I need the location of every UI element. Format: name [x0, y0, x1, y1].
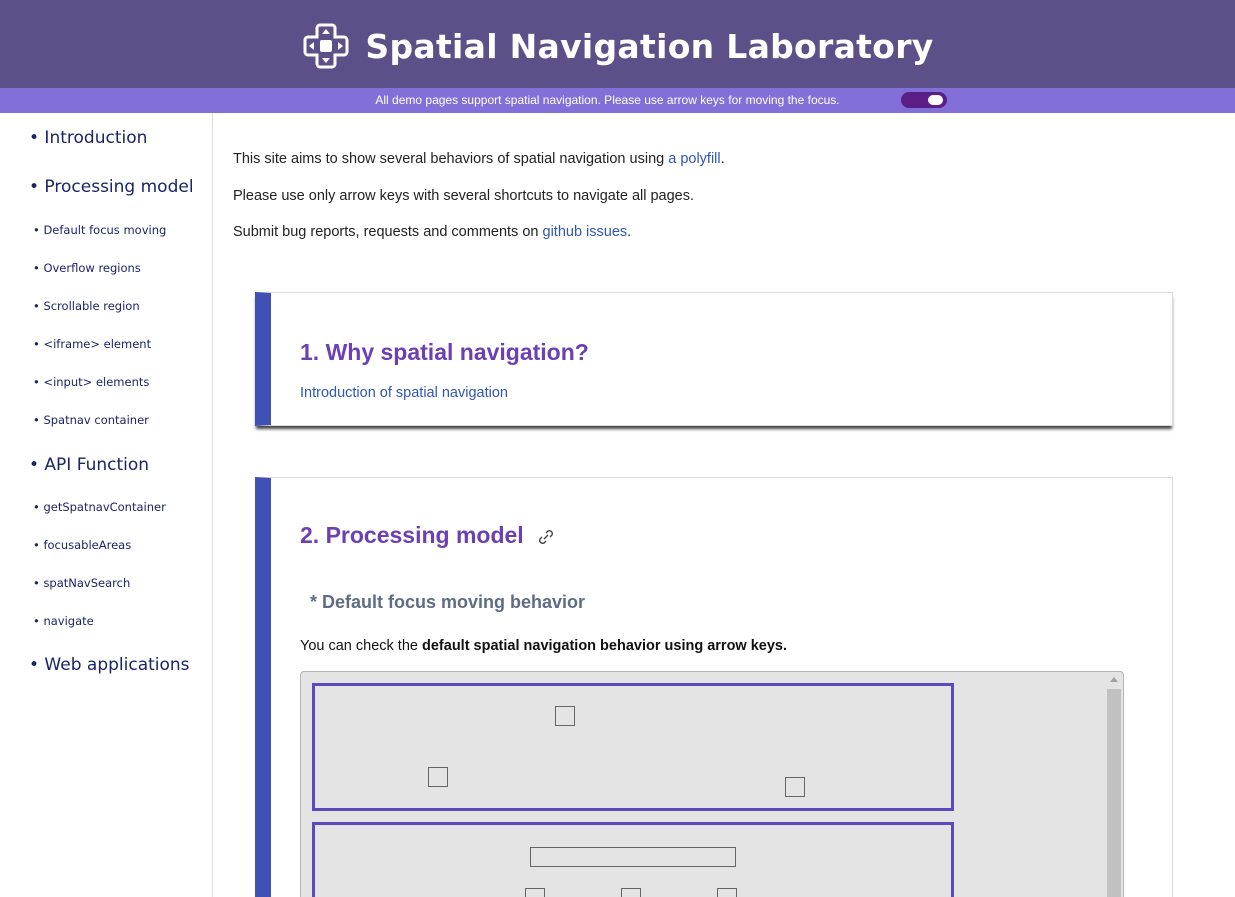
- sidebar-item-getspatnavcontainer[interactable]: • getSpatnavContainer: [33, 500, 166, 514]
- sidebar-item-default-focus-moving[interactable]: • Default focus moving: [33, 223, 166, 237]
- notice-text: All demo pages support spatial navigatio…: [375, 93, 840, 107]
- sidebar-item-api-function[interactable]: • API Function: [29, 455, 149, 475]
- notice-bar: All demo pages support spatial navigatio…: [0, 88, 1235, 113]
- sidebar-item-spatnav-container[interactable]: • Spatnav container: [33, 413, 149, 427]
- dpad-icon: [303, 23, 349, 69]
- sidebar-item-scrollable-region[interactable]: • Scrollable region: [33, 299, 140, 313]
- desc-text: You can check the: [300, 638, 422, 654]
- sidebar-item-navigate[interactable]: • navigate: [33, 614, 94, 628]
- polyfill-link[interactable]: a polyfill: [668, 151, 720, 167]
- scrollbar-thumb[interactable]: [1107, 689, 1121, 897]
- focusable-box[interactable]: [785, 777, 805, 797]
- site-header: Spatial Navigation Laboratory: [0, 0, 1235, 88]
- github-issues-link[interactable]: github issues: [543, 224, 628, 240]
- sidebar-item-introduction[interactable]: • Introduction: [29, 128, 147, 148]
- sidebar-item-web-applications[interactable]: • Web applications: [29, 655, 190, 675]
- focusable-box[interactable]: [525, 888, 545, 897]
- sidebar-item-processing-model[interactable]: • Processing model: [29, 177, 194, 197]
- toggle-knob: [928, 95, 943, 105]
- sidebar-item-input-elements[interactable]: • <input> elements: [33, 375, 149, 389]
- focusable-box[interactable]: [555, 706, 575, 726]
- focus-region: [312, 683, 954, 811]
- focus-region: [312, 822, 954, 897]
- card-title: 1. Why spatial navigation?: [300, 339, 589, 365]
- intro-line-1: This site aims to show several behaviors…: [233, 151, 725, 167]
- card-title-text: 2. Processing model: [300, 522, 524, 548]
- focusable-box[interactable]: [717, 888, 737, 897]
- focusable-bar[interactable]: [530, 847, 736, 867]
- intro-period: .: [720, 151, 725, 167]
- demo-scroll-area[interactable]: [300, 671, 1124, 897]
- card-title: 2. Processing model: [300, 522, 556, 549]
- intro-spatial-navigation-link[interactable]: Introduction of spatial navigation: [300, 385, 508, 401]
- sidebar-item-iframe-element[interactable]: • <iframe> element: [33, 337, 151, 351]
- link-chain-icon[interactable]: [536, 527, 556, 547]
- focusable-box[interactable]: [621, 888, 641, 897]
- sidebar-item-overflow-regions[interactable]: • Overflow regions: [33, 261, 141, 275]
- header-title-group: Spatial Navigation Laboratory: [0, 0, 1235, 88]
- intro-line-3: Submit bug reports, requests and comment…: [233, 224, 631, 240]
- section-subheading: * Default focus moving behavior: [310, 592, 586, 612]
- intro-period: .: [627, 224, 632, 240]
- spatnav-toggle[interactable]: [901, 92, 947, 108]
- desc-bold: default spatial navigation behavior usin…: [422, 638, 788, 654]
- scroll-up-arrow-icon[interactable]: [1110, 677, 1118, 682]
- card-why-spatial-navigation: 1. Why spatial navigation? Introduction …: [255, 292, 1173, 426]
- intro-text: Submit bug reports, requests and comment…: [233, 224, 543, 240]
- section-description: You can check the default spatial naviga…: [300, 638, 787, 654]
- sidebar: • Introduction • Processing model • Defa…: [0, 113, 213, 897]
- page-title: Spatial Navigation Laboratory: [365, 26, 934, 66]
- sidebar-item-spatnavsearch[interactable]: • spatNavSearch: [33, 576, 130, 590]
- scrollbar[interactable]: [1107, 674, 1121, 897]
- intro-text: This site aims to show several behaviors…: [233, 151, 669, 167]
- sidebar-item-focusableareas[interactable]: • focusableAreas: [33, 538, 131, 552]
- card-processing-model: 2. Processing model * Default focus movi…: [255, 477, 1173, 897]
- intro-line-2: Please use only arrow keys with several …: [233, 188, 695, 204]
- focusable-box[interactable]: [428, 767, 448, 787]
